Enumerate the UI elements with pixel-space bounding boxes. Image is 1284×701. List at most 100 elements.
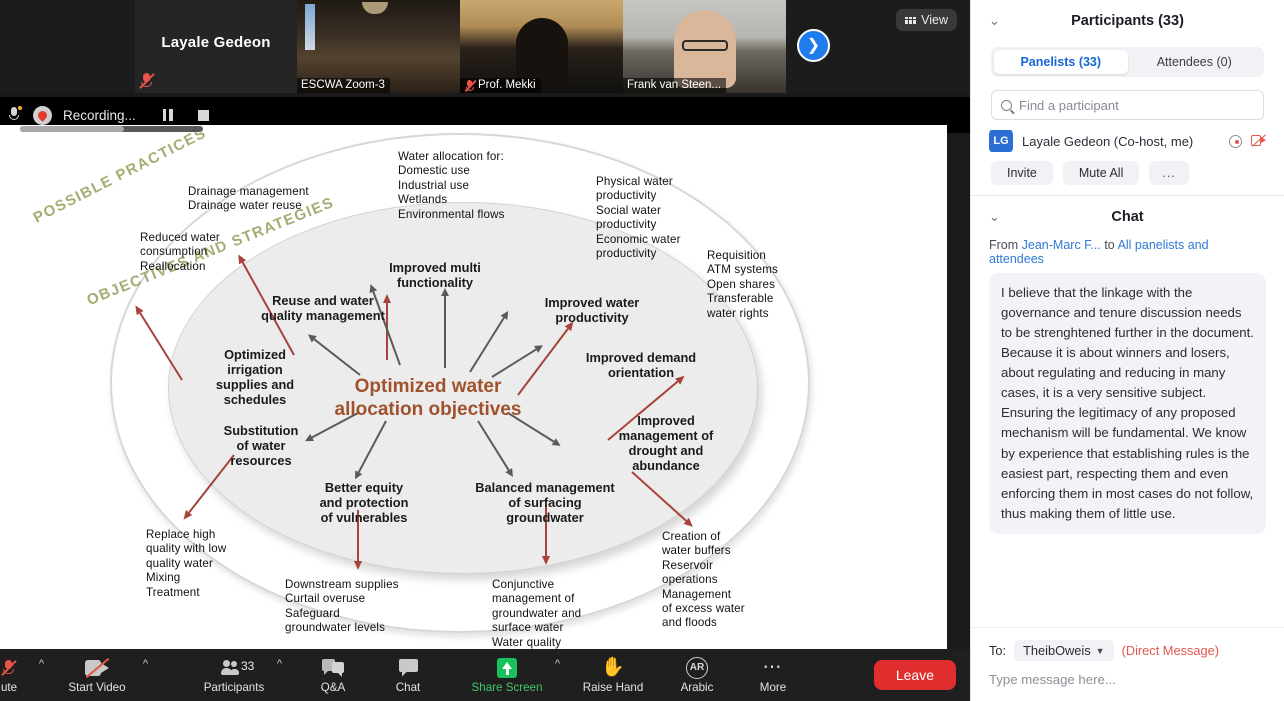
practice-replace-quality: Replace high quality with low quality wa… bbox=[146, 528, 227, 599]
chevron-up-icon[interactable]: ^ bbox=[555, 658, 560, 670]
chat-recipient-select[interactable]: TheibOweis ▼ bbox=[1014, 640, 1114, 661]
participants-panel-header: ⌄ Participants (33) bbox=[971, 0, 1284, 42]
chevron-down-icon: ▼ bbox=[1095, 645, 1105, 656]
start-video-label: Start Video bbox=[68, 680, 126, 694]
node-reuse-water-quality: Reuse and water quality management bbox=[261, 293, 385, 324]
practice-conjunctive: Conjunctive management of groundwater an… bbox=[492, 578, 582, 652]
node-multi-functionality: Improved multi functionality bbox=[389, 260, 481, 291]
meeting-area: Layale Gedeon ESCWA Zoom-3 Prof. Mekki F… bbox=[0, 0, 970, 701]
right-side-panel: ⌄ Participants (33) Panelists (33) Atten… bbox=[970, 0, 1284, 701]
participants-button[interactable]: 33 Participants ^ bbox=[194, 649, 282, 701]
search-icon bbox=[1001, 99, 1012, 111]
stop-recording-button[interactable] bbox=[197, 109, 209, 121]
meeting-toolbar: ute ^ Start Video ^ 33 Participants ^ Q&… bbox=[0, 649, 970, 701]
video-filmstrip: Layale Gedeon ESCWA Zoom-3 Prof. Mekki F… bbox=[0, 0, 970, 93]
recording-status-label: Recording... bbox=[63, 107, 136, 123]
microphone-muted-icon bbox=[139, 72, 155, 89]
share-screen-label: Share Screen bbox=[471, 680, 543, 694]
participants-actions: Invite Mute All ... bbox=[971, 152, 1284, 196]
more-label: More bbox=[759, 680, 787, 694]
tab-attendees[interactable]: Attendees (0) bbox=[1128, 50, 1262, 74]
participants-more-button[interactable]: ... bbox=[1149, 161, 1189, 185]
chat-message-input[interactable]: Type message here... bbox=[989, 672, 1267, 687]
chat-to-word: to bbox=[1104, 238, 1115, 252]
chat-label: Chat bbox=[395, 680, 421, 694]
recording-progress-bar[interactable] bbox=[20, 126, 203, 132]
self-video-name: Layale Gedeon bbox=[161, 34, 271, 51]
avatar: LG bbox=[989, 130, 1013, 152]
participant-name-chip: Prof. Mekki bbox=[460, 78, 541, 93]
participant-label: ESCWA Zoom-3 bbox=[301, 79, 385, 91]
node-water-productivity: Improved water productivity bbox=[544, 295, 640, 326]
practice-downstream: Downstream supplies Curtail overuse Safe… bbox=[285, 578, 399, 635]
invite-button[interactable]: Invite bbox=[991, 161, 1053, 185]
practice-drainage: Drainage management Drainage water reuse bbox=[188, 185, 309, 213]
slide-diagram: POSSIBLE PRACTICES OBJECTIVES AND STRATE… bbox=[0, 125, 947, 652]
chat-recipient-row: To: TheibOweis ▼ (Direct Message) bbox=[989, 640, 1267, 661]
chat-panel-header: ⌄ Chat bbox=[971, 196, 1284, 238]
mute-button[interactable]: ute ^ bbox=[0, 649, 44, 701]
video-tile[interactable]: Prof. Mekki bbox=[460, 0, 623, 93]
shared-screen[interactable]: POSSIBLE PRACTICES OBJECTIVES AND STRATE… bbox=[0, 125, 947, 652]
qa-button[interactable]: Q&A bbox=[304, 649, 362, 701]
participant-list-item[interactable]: LG Layale Gedeon (Co-host, me) bbox=[989, 130, 1266, 152]
leave-button[interactable]: Leave bbox=[873, 660, 956, 690]
language-icon: AR bbox=[686, 656, 708, 679]
participants-label: Participants bbox=[203, 680, 265, 694]
participants-count: 33 bbox=[241, 658, 255, 673]
microphone-muted-icon bbox=[464, 79, 477, 92]
practice-water-allocation: Water allocation for: Domestic use Indus… bbox=[398, 150, 505, 221]
chat-from-name[interactable]: Jean-Marc F... bbox=[1022, 238, 1101, 252]
chevron-up-icon[interactable]: ^ bbox=[143, 658, 148, 670]
language-badge: AR bbox=[686, 656, 708, 679]
chat-message-list: From Jean-Marc F... to All panelists and… bbox=[971, 238, 1284, 534]
practice-productivity-list: Physical water productivity Social water… bbox=[596, 175, 681, 260]
view-button[interactable]: View bbox=[896, 9, 957, 31]
record-dot-icon bbox=[33, 105, 52, 125]
microphone-muted-icon bbox=[1, 657, 17, 679]
practice-water-buffers: Creation of water buffers Reservoir oper… bbox=[662, 530, 745, 630]
microphone-icon bbox=[7, 105, 22, 125]
filmstrip-spacer bbox=[0, 0, 135, 93]
participant-name-chip: ESCWA Zoom-3 bbox=[297, 78, 390, 93]
raise-hand-label: Raise Hand bbox=[582, 680, 644, 694]
leave-label: Leave bbox=[895, 667, 934, 683]
arabic-label: Arabic bbox=[680, 680, 714, 694]
raise-hand-button[interactable]: ✋ Raise Hand bbox=[574, 649, 652, 701]
tab-panelists[interactable]: Panelists (33) bbox=[994, 50, 1128, 74]
more-button[interactable]: ⋯ More bbox=[744, 649, 802, 701]
video-tile-self[interactable]: Layale Gedeon bbox=[135, 0, 297, 93]
collapse-chat-chevron-down-icon[interactable]: ⌄ bbox=[989, 209, 1000, 225]
chat-message-bubble: I believe that the linkage with the gove… bbox=[989, 273, 1266, 534]
chat-button[interactable]: Chat bbox=[380, 649, 436, 701]
language-interpretation-button[interactable]: AR Arabic bbox=[666, 649, 728, 701]
band-label-possible-practices: POSSIBLE PRACTICES bbox=[30, 125, 210, 227]
participant-label: Frank van Steen... bbox=[627, 79, 721, 91]
share-screen-button[interactable]: Share Screen ^ bbox=[462, 649, 560, 701]
diagram-center-title: Optimized water allocation objectives bbox=[334, 376, 522, 421]
start-video-button[interactable]: Start Video ^ bbox=[54, 649, 148, 701]
chevron-up-icon[interactable]: ^ bbox=[39, 658, 44, 670]
node-better-equity: Better equity and protection of vulnerab… bbox=[319, 480, 409, 526]
video-off-icon bbox=[85, 657, 110, 679]
node-demand-orientation: Improved demand orientation bbox=[585, 350, 697, 381]
chat-recipient-value: TheibOweis bbox=[1023, 643, 1091, 658]
video-tile[interactable]: ESCWA Zoom-3 bbox=[297, 0, 460, 93]
tab-panelists-label: Panelists (33) bbox=[1020, 55, 1102, 69]
chevron-up-icon[interactable]: ^ bbox=[277, 658, 282, 670]
chat-composer: To: TheibOweis ▼ (Direct Message) Type m… bbox=[971, 627, 1284, 701]
chat-message-meta: From Jean-Marc F... to All panelists and… bbox=[989, 238, 1266, 266]
tab-attendees-label: Attendees (0) bbox=[1156, 55, 1232, 69]
mute-all-button[interactable]: Mute All bbox=[1062, 161, 1140, 185]
ellipsis-icon: ⋯ bbox=[762, 657, 784, 678]
node-substitution-water: Substitution of water resources bbox=[223, 423, 299, 469]
video-muted-icon[interactable] bbox=[1251, 134, 1266, 148]
search-participant-input[interactable]: Find a participant bbox=[991, 90, 1264, 120]
pause-recording-button[interactable] bbox=[162, 109, 173, 121]
collapse-participants-chevron-down-icon[interactable]: ⌄ bbox=[989, 13, 1000, 29]
grid-icon bbox=[905, 17, 917, 24]
next-page-button[interactable]: ❯ bbox=[797, 29, 830, 62]
node-surfacing-groundwater: Balanced management of surfacing groundw… bbox=[475, 480, 615, 526]
record-indicator-icon[interactable] bbox=[1229, 134, 1242, 148]
video-tile-active-speaker[interactable]: Frank van Steen... bbox=[623, 0, 786, 93]
